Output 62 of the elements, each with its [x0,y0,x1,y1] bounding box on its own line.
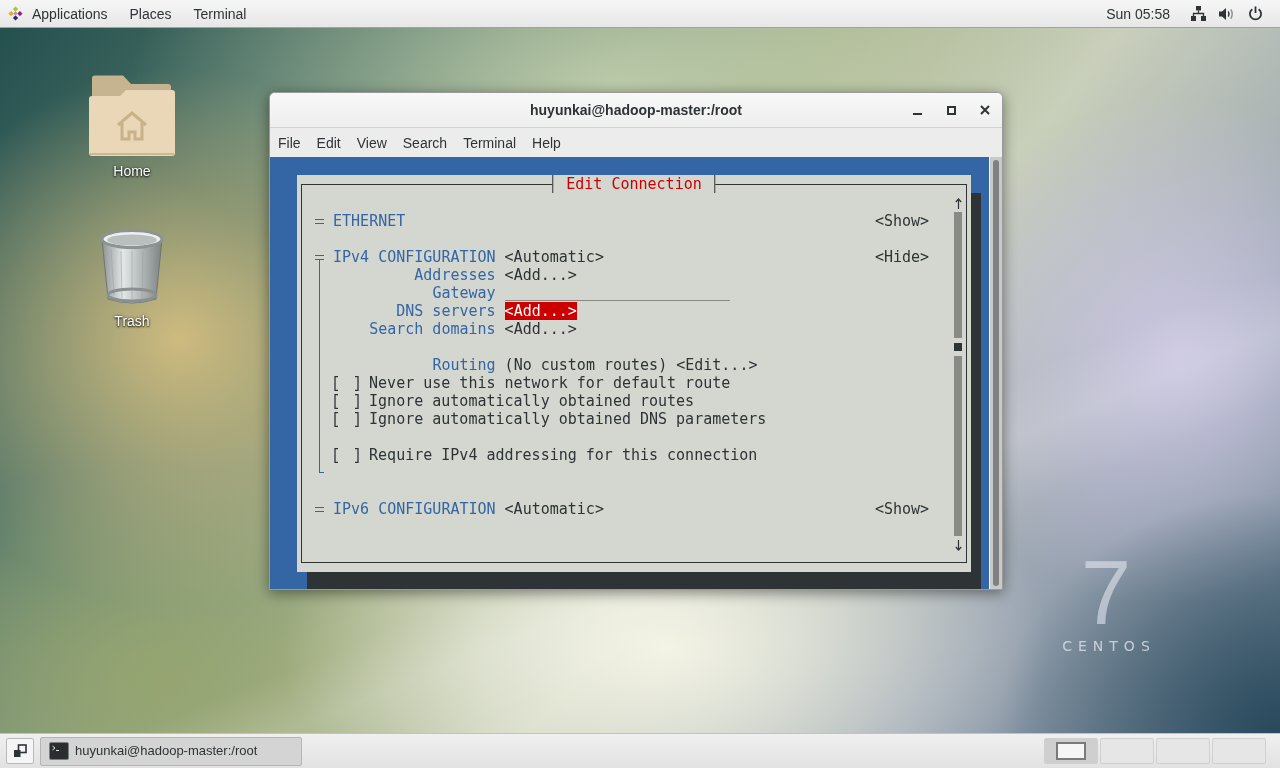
top-menu[interactable]: Applications [8,4,108,23]
checkbox[interactable] [333,375,361,391]
add-button[interactable]: <Add...> [504,320,577,338]
dialog-title: Edit Connection [552,175,716,193]
trash-can-icon[interactable] [99,229,165,307]
checkbox-label: Ignore automatically obtained DNS parameters [369,410,767,428]
field-label: Routing [432,356,496,374]
add-button[interactable]: <Add...> [504,302,577,320]
menu-item[interactable]: View [348,133,395,152]
menu-item[interactable]: Help [524,133,569,152]
terminal-icon [49,742,69,760]
method-dropdown[interactable]: <Automatic> [504,500,604,518]
checkbox-label: Never use this network for default route [369,374,731,392]
volume-icon[interactable] [1219,6,1235,21]
checkbox-label: Require IPv4 addressing for this connection [369,446,758,464]
edit-routes-button[interactable]: <Edit...> [676,356,758,374]
workspace-button[interactable] [1044,738,1098,764]
scroll-down-arrow-icon[interactable] [955,539,962,551]
overlapping-squares-icon [13,744,27,758]
network-icon[interactable] [1191,6,1206,21]
home-folder-icon[interactable] [89,75,175,157]
top-menu[interactable]: Terminal [193,4,247,23]
menu-item[interactable]: Edit [308,133,349,152]
pinwheel-icon [8,6,23,21]
scrollbar-track[interactable] [954,212,963,536]
field-label: Search domains [369,320,496,338]
taskbar-window-button[interactable]: huyunkai@hadoop-master:/root [40,736,302,766]
power-icon[interactable] [1248,6,1263,21]
field-label: DNS servers [396,302,496,320]
menu-item[interactable]: File [270,133,309,152]
section-toggle[interactable]: <Show> [874,500,930,518]
checkbox[interactable] [333,411,361,427]
top-menu[interactable]: Places [129,4,172,23]
section-toggle[interactable]: <Show> [874,212,930,230]
add-button[interactable]: <Add...> [504,266,577,284]
window-scrollbar-thumb[interactable] [993,160,999,586]
desktop-icon-label[interactable]: Home [113,162,151,180]
show-desktop-button[interactable] [6,738,34,764]
section-title: IPv6 CONFIGURATION [333,500,496,518]
window-title: huyunkai@hadoop-master:/root [530,101,742,119]
field-label: Addresses [414,266,496,284]
logo-numeral: 7 [1080,548,1132,638]
window-thumbnail-icon [1056,742,1086,760]
close-icon [980,105,990,115]
method-dropdown[interactable]: <Automatic> [504,248,604,266]
section-title: ETHERNET [333,212,406,230]
checkbox[interactable] [333,393,361,409]
routing-summary: (No custom routes) [504,356,668,374]
field-label: Gateway [432,284,496,302]
clock[interactable]: Sun 05:58 [1106,4,1170,23]
section-title: IPv4 CONFIGURATION [333,248,496,266]
checkbox-label: Ignore automatically obtained routes [369,392,695,410]
maximize-icon [946,105,956,115]
scrollbar-thumb[interactable] [954,338,963,356]
window-scrollbar[interactable] [989,157,1002,589]
scroll-up-arrow-icon[interactable] [955,197,962,209]
menu-item[interactable]: Search [394,133,456,152]
menu-item[interactable]: Terminal [455,133,525,152]
minimize-icon [912,113,922,115]
section-toggle[interactable]: <Hide> [874,248,930,266]
logo-wordmark: CENTOS [1062,638,1156,654]
checkbox[interactable] [333,447,361,463]
